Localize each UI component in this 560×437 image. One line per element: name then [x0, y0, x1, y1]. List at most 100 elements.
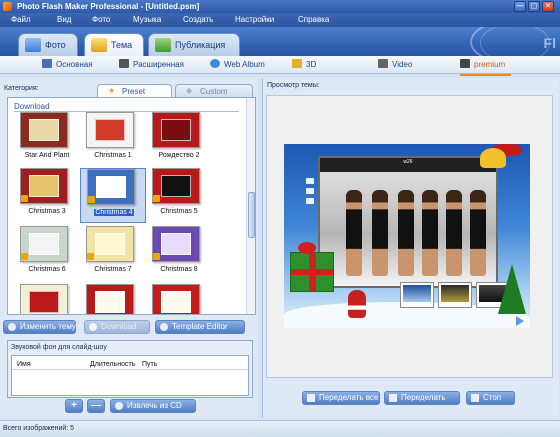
thumbnail-photo [438, 282, 472, 308]
theme-name: Christmas 8 [160, 266, 198, 273]
redo-button[interactable]: Переделать [384, 391, 460, 405]
menu-file[interactable]: Файл [11, 15, 31, 24]
tab-custom[interactable]: ◆ Custom [175, 84, 253, 98]
theme-name: Christmas 7 [94, 266, 132, 273]
menu-create[interactable]: Создать [183, 15, 213, 24]
close-button[interactable]: ✕ [542, 1, 554, 12]
download-label: Download [101, 322, 137, 331]
app-icon [3, 2, 12, 11]
column-name[interactable]: Имя [17, 361, 31, 368]
extract-cd-label: Извлечь из CD [127, 401, 182, 410]
subtab-video[interactable]: Video [378, 59, 412, 71]
tab-publish-label: Публикация [175, 40, 226, 50]
premium-icon [460, 59, 470, 68]
minimize-button[interactable]: — [514, 1, 526, 12]
tab-preset[interactable]: ★ Preset [97, 84, 172, 98]
menu-photo[interactable]: Фото [92, 15, 110, 24]
subtab-basic[interactable]: Основная [42, 59, 93, 71]
redo-all-button[interactable]: Переделать все [302, 391, 380, 405]
stop-label: Стоп [483, 393, 502, 402]
next-arrow-icon [516, 316, 524, 326]
audio-box: Звуковой фон для слайд-шоу Имя Длительно… [7, 340, 253, 398]
category-label: Категория: [4, 85, 39, 92]
menu-music[interactable]: Музыка [133, 15, 161, 24]
theme-item[interactable]: Christmas 1 [80, 112, 146, 167]
subtab-basic-label: Основная [56, 60, 93, 69]
photo-figure [372, 190, 388, 276]
change-theme-icon [8, 323, 16, 331]
brand-mark: Fl [543, 35, 556, 51]
change-theme-button[interactable]: Изменить тему [3, 320, 76, 334]
theme-item[interactable]: Рождество 2 [146, 112, 212, 167]
column-duration[interactable]: Длительность [90, 361, 135, 368]
theme-thumbnail [152, 284, 200, 314]
tab-publish[interactable]: Публикация [148, 33, 240, 56]
redo-label: Переделать [401, 393, 446, 402]
theme-item[interactable]: Christmas 8 [146, 226, 212, 281]
theme-item[interactable] [80, 284, 146, 314]
theme-name: Рождество 2 [158, 152, 200, 159]
preview-label: Просмотр темы: [267, 82, 320, 89]
window-title: Photo Flash Maker Professional - [Untitl… [17, 2, 200, 11]
menu-help[interactable]: Справка [298, 15, 329, 24]
premium-badge-icon [21, 253, 28, 260]
template-editor-button[interactable]: Template Editor [155, 320, 245, 334]
status-bar: Всего изображений: 5 [0, 420, 560, 437]
tab-theme[interactable]: Тема [84, 33, 144, 56]
theme-icon [91, 38, 107, 52]
photo-figure [446, 190, 462, 276]
subtab-web-album[interactable]: Web Album [210, 59, 265, 71]
star-icon: ★ [108, 86, 116, 95]
tab-photo[interactable]: Фото [18, 33, 78, 56]
theme-scrollbar[interactable] [246, 98, 255, 314]
theme-item[interactable]: Christmas 5 [146, 168, 212, 223]
theme-item[interactable]: Christmas 7 [80, 226, 146, 281]
theme-item[interactable]: Christmas 3 [14, 168, 80, 223]
change-theme-label: Изменить тему [20, 322, 76, 331]
column-path[interactable]: Путь [142, 361, 157, 368]
scrollbar-thumb[interactable] [248, 192, 255, 238]
sub-tab-bar: Основная Расширенная Web Album 3D Video … [0, 56, 560, 76]
template-editor-label: Template Editor [172, 322, 228, 331]
photo-figure [422, 190, 438, 276]
player-control-icon [306, 178, 314, 184]
theme-item[interactable]: Star And Plant [14, 112, 80, 167]
photo-icon [25, 38, 41, 52]
tab-theme-label: Тема [111, 40, 133, 50]
remove-audio-button[interactable]: — [87, 399, 105, 413]
maximize-button[interactable]: ▢ [528, 1, 540, 12]
cd-icon [115, 402, 123, 410]
premium-badge-icon [88, 196, 95, 203]
audio-list[interactable]: Имя Длительность Путь [11, 355, 249, 396]
theme-name: Christmas 4 [81, 209, 147, 216]
advanced-icon [119, 59, 129, 68]
subtab-premium[interactable]: premium [460, 59, 512, 76]
subtab-advanced[interactable]: Расширенная [119, 59, 184, 71]
photo-figure [470, 190, 486, 276]
video-icon [378, 59, 388, 68]
player-control-icon [306, 198, 314, 204]
stop-button[interactable]: Стоп [466, 391, 515, 405]
subtab-premium-label: premium [474, 60, 506, 69]
theme-item[interactable] [146, 284, 212, 314]
download-button[interactable]: Download [84, 320, 150, 334]
custom-icon: ◆ [186, 86, 193, 95]
menu-settings[interactable]: Настройки [235, 15, 274, 24]
subtab-video-label: Video [392, 60, 413, 69]
theme-item[interactable] [14, 284, 80, 314]
header-divider [12, 369, 248, 370]
decorative-swoosh [480, 27, 550, 56]
theme-item[interactable]: Christmas 6 [14, 226, 80, 281]
theme-item-selected[interactable]: Christmas 4 [80, 168, 146, 223]
thumbnail-photo [400, 282, 434, 308]
subtab-3d[interactable]: 3D [292, 59, 316, 71]
add-audio-button[interactable]: + [65, 399, 83, 413]
santa-figure [348, 290, 366, 318]
premium-badge-icon [153, 253, 160, 260]
menu-bar: Файл Вид Фото Музыка Создать Настройки С… [0, 13, 560, 27]
extract-cd-button[interactable]: Извлечь из CD [110, 399, 196, 413]
premium-badge-icon [153, 195, 160, 202]
menu-view[interactable]: Вид [57, 15, 71, 24]
christmas-tree [498, 264, 526, 314]
player-control-icon [306, 188, 314, 194]
